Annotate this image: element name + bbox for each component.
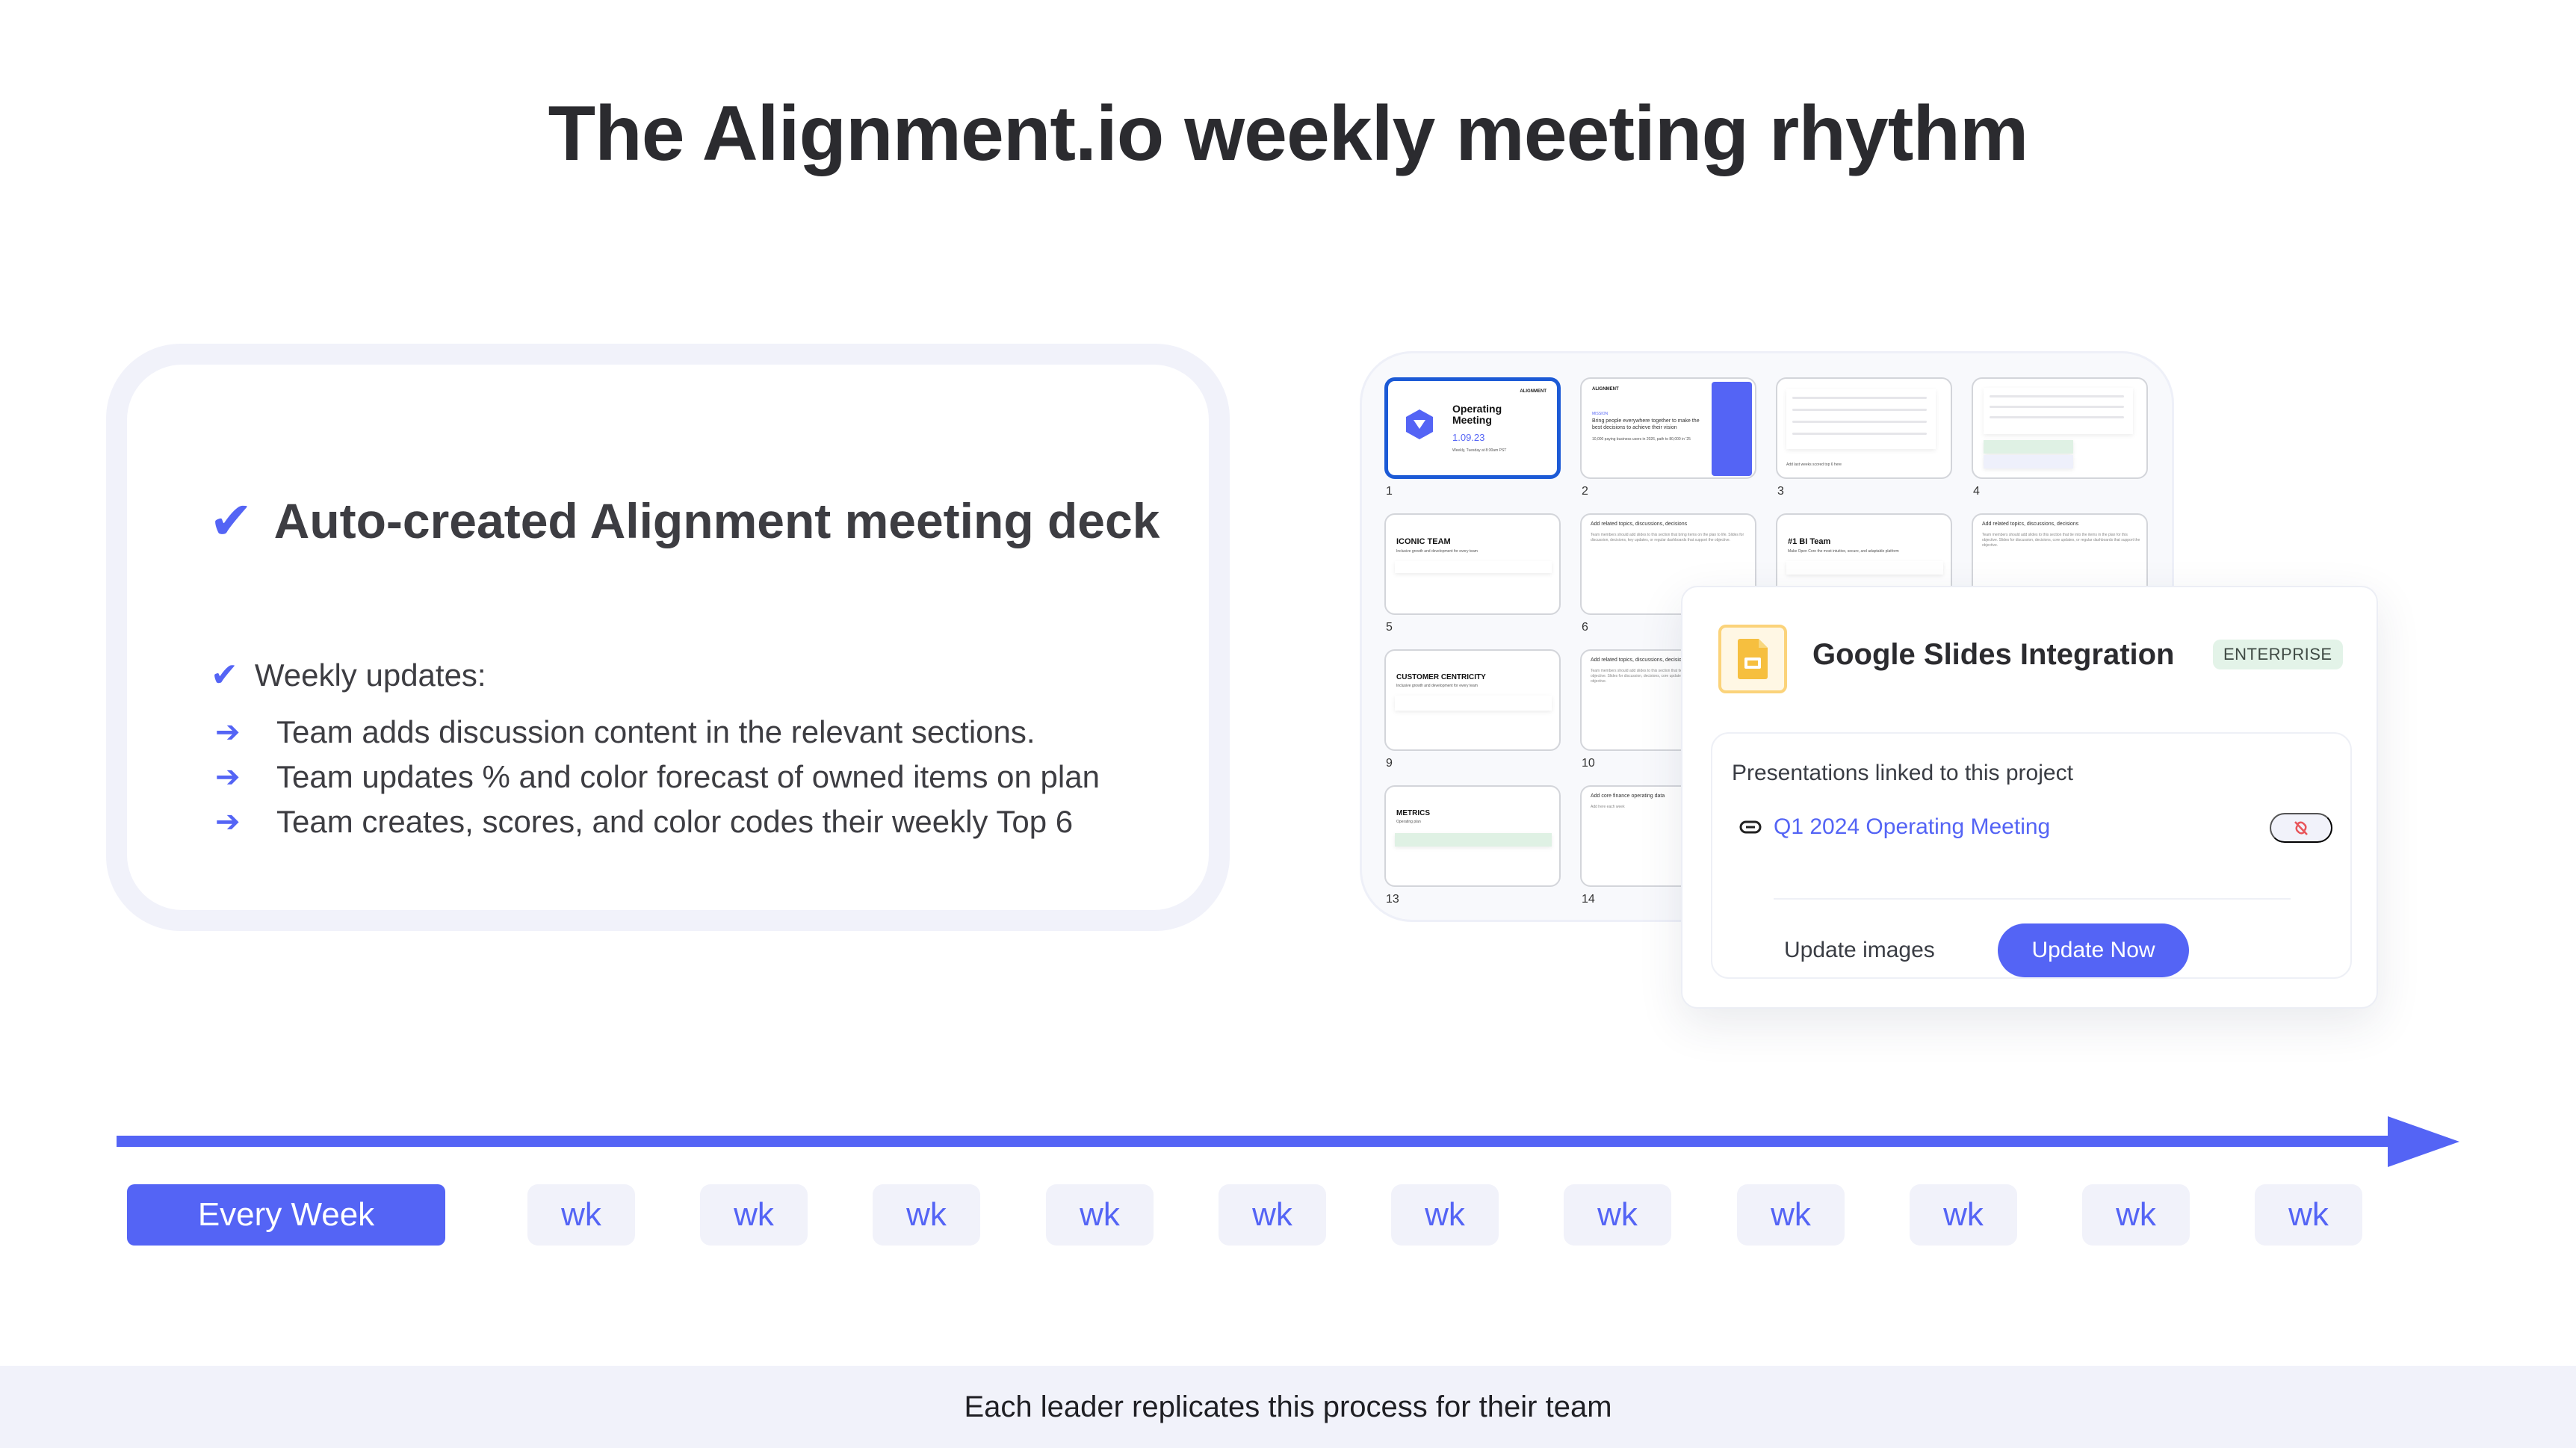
slide-title: Add core finance operating data [1591, 793, 1665, 799]
linked-presentation-row: Q1 2024 Operating Meeting [1739, 814, 2050, 840]
integration-title: Google Slides Integration [1812, 638, 2175, 671]
slide-subtitle: Inclusive growth and development for eve… [1396, 684, 1478, 688]
slide-thumbnail-9[interactable]: CUSTOMER CENTRICITY Inclusive growth and… [1384, 649, 1561, 751]
slide-subtitle: Team members should add slides to this s… [1982, 533, 2140, 548]
slide-subtitle: 10,000 paying business users in 2026, pa… [1592, 437, 1691, 442]
week-chip: wk [1219, 1184, 1326, 1246]
presentation-link[interactable]: Q1 2024 Operating Meeting [1774, 814, 2050, 840]
slide-table [1395, 561, 1552, 573]
arrow-right-icon: ➔ [215, 761, 241, 793]
slide-number: 5 [1386, 621, 1393, 634]
slide-thumbnail-13[interactable]: METRICS Operating plan [1384, 785, 1561, 887]
slide-subtitle: Inclusive growth and development for eve… [1396, 549, 1478, 554]
week-chip: wk [700, 1184, 808, 1246]
linked-presentations-panel: Presentations linked to this project Q1 … [1711, 732, 2352, 979]
slide-table-row-green [1984, 440, 2073, 454]
arrow-right-icon: ➔ [215, 805, 241, 838]
week-chip: wk [1391, 1184, 1499, 1246]
unlink-button[interactable] [2270, 813, 2332, 843]
enterprise-badge: ENTERPRISE [2213, 640, 2343, 669]
slide-table-row [1984, 455, 2073, 468]
linked-presentations-label: Presentations linked to this project [1732, 761, 2073, 785]
list-item: ➔ Team adds discussion content in the re… [215, 710, 1100, 755]
deck-heading: ✔ Auto-created Alignment meeting deck [209, 490, 1159, 551]
slide-title: ICONIC TEAM [1396, 537, 1451, 546]
slide-number: 9 [1386, 757, 1393, 770]
weekly-updates-label: ✔ Weekly updates: [211, 656, 486, 694]
slide-title: Add related topics, discussions, decisio… [1982, 522, 2079, 527]
weekly-updates-text: Weekly updates: [254, 657, 486, 693]
slide-number: 4 [1973, 485, 1980, 498]
update-now-button[interactable]: Update Now [1998, 923, 2189, 977]
footer-banner: Each leader replicates this process for … [0, 1366, 2576, 1448]
slide-number: 14 [1582, 893, 1595, 906]
unlink-icon [2294, 821, 2308, 835]
slide-footer: Add last weeks scored top 6 here [1786, 462, 1842, 467]
week-chip: wk [1564, 1184, 1671, 1246]
slide-title: Bring people everywhere together to make… [1592, 418, 1700, 431]
slide-title: CUSTOMER CENTRICITY [1396, 673, 1486, 681]
slide-table [1786, 561, 1943, 575]
slide-subtitle: Weekly, Tuesday at 8:30am PST [1452, 448, 1507, 453]
week-chip: wk [2255, 1184, 2362, 1246]
weekly-updates-list: ➔ Team adds discussion content in the re… [215, 710, 1100, 844]
timeline-arrow-line [117, 1136, 2388, 1147]
list-item-text: Team updates % and color forecast of own… [276, 759, 1100, 794]
slide-subtitle: Make Open Core the most intuitive, secur… [1788, 549, 1899, 554]
slide-thumbnail-3[interactable]: Add last weeks scored top 6 here [1776, 377, 1952, 479]
week-chip: wk [1910, 1184, 2017, 1246]
slide-title: Add related topics, discussions, decisio… [1591, 522, 1688, 527]
week-chip: wk [1046, 1184, 1154, 1246]
list-item-text: Team creates, scores, and color codes th… [276, 804, 1074, 839]
slide-number: 3 [1777, 485, 1784, 498]
slide-table [1395, 833, 1552, 847]
slide-thumbnail-2[interactable]: ALIGNMENT MISSION Bring people everywher… [1580, 377, 1756, 479]
google-slides-icon [1718, 625, 1787, 693]
slide-table [1395, 696, 1552, 711]
slide-title: Operating Meeting [1452, 403, 1502, 427]
slide-number: 13 [1386, 893, 1399, 906]
slide-subtitle: Operating plan [1396, 820, 1421, 824]
list-item: ➔ Team updates % and color forecast of o… [215, 755, 1100, 799]
slide-label: MISSION [1592, 412, 1609, 416]
google-slides-integration-card: Google Slides Integration ENTERPRISE Pre… [1681, 586, 2378, 1009]
update-images-label: Update images [1784, 938, 1935, 962]
slide-number: 10 [1582, 757, 1595, 770]
timeline-arrow-head-icon [2388, 1116, 2459, 1167]
slide-side-panel [1712, 382, 1752, 476]
deck-heading-text: Auto-created Alignment meeting deck [273, 493, 1160, 548]
slide-number: 1 [1386, 485, 1393, 498]
slide-title: Add related topics, discussions, decisio… [1591, 658, 1688, 663]
link-icon [1739, 820, 1762, 834]
slide-number: 6 [1582, 621, 1588, 634]
slide-thumbnail-4[interactable] [1972, 377, 2148, 479]
alignment-logo-icon [1406, 409, 1433, 439]
slide-thumbnail-5[interactable]: ICONIC TEAM Inclusive growth and develop… [1384, 513, 1561, 615]
list-item: ➔ Team creates, scores, and color codes … [215, 799, 1100, 844]
deck-description-card-inner: ✔ Auto-created Alignment meeting deck ✔ … [127, 365, 1209, 910]
divider [1774, 898, 2291, 900]
slide-title: #1 BI Team [1788, 537, 1831, 546]
brand-logo: ALIGNMENT [1520, 389, 1546, 394]
footer-text: Each leader replicates this process for … [964, 1390, 1612, 1423]
week-chip: wk [1737, 1184, 1845, 1246]
checkmark-icon: ✔ [209, 492, 253, 550]
brand-logo: ALIGNMENT [1592, 387, 1619, 392]
week-chip: wk [527, 1184, 635, 1246]
page-title: The Alignment.io weekly meeting rhythm [548, 90, 2029, 177]
list-item-text: Team adds discussion content in the rele… [276, 714, 1035, 749]
slide-number: 2 [1582, 485, 1588, 498]
slide-date: 1.09.23 [1452, 432, 1485, 443]
slide-thumbnail-1[interactable]: ALIGNMENT Operating Meeting 1.09.23 Week… [1384, 377, 1561, 479]
every-week-chip: Every Week [127, 1184, 445, 1246]
slide-subtitle: Add here each week [1591, 805, 1625, 809]
slide-title: METRICS [1396, 809, 1430, 817]
arrow-right-icon: ➔ [215, 716, 241, 749]
week-chip: wk [2082, 1184, 2190, 1246]
deck-description-card: ✔ Auto-created Alignment meeting deck ✔ … [106, 344, 1230, 931]
slide-subtitle: Team members should add slides to this s… [1591, 533, 1744, 542]
checkmark-icon: ✔ [211, 657, 238, 693]
week-chip: wk [873, 1184, 980, 1246]
